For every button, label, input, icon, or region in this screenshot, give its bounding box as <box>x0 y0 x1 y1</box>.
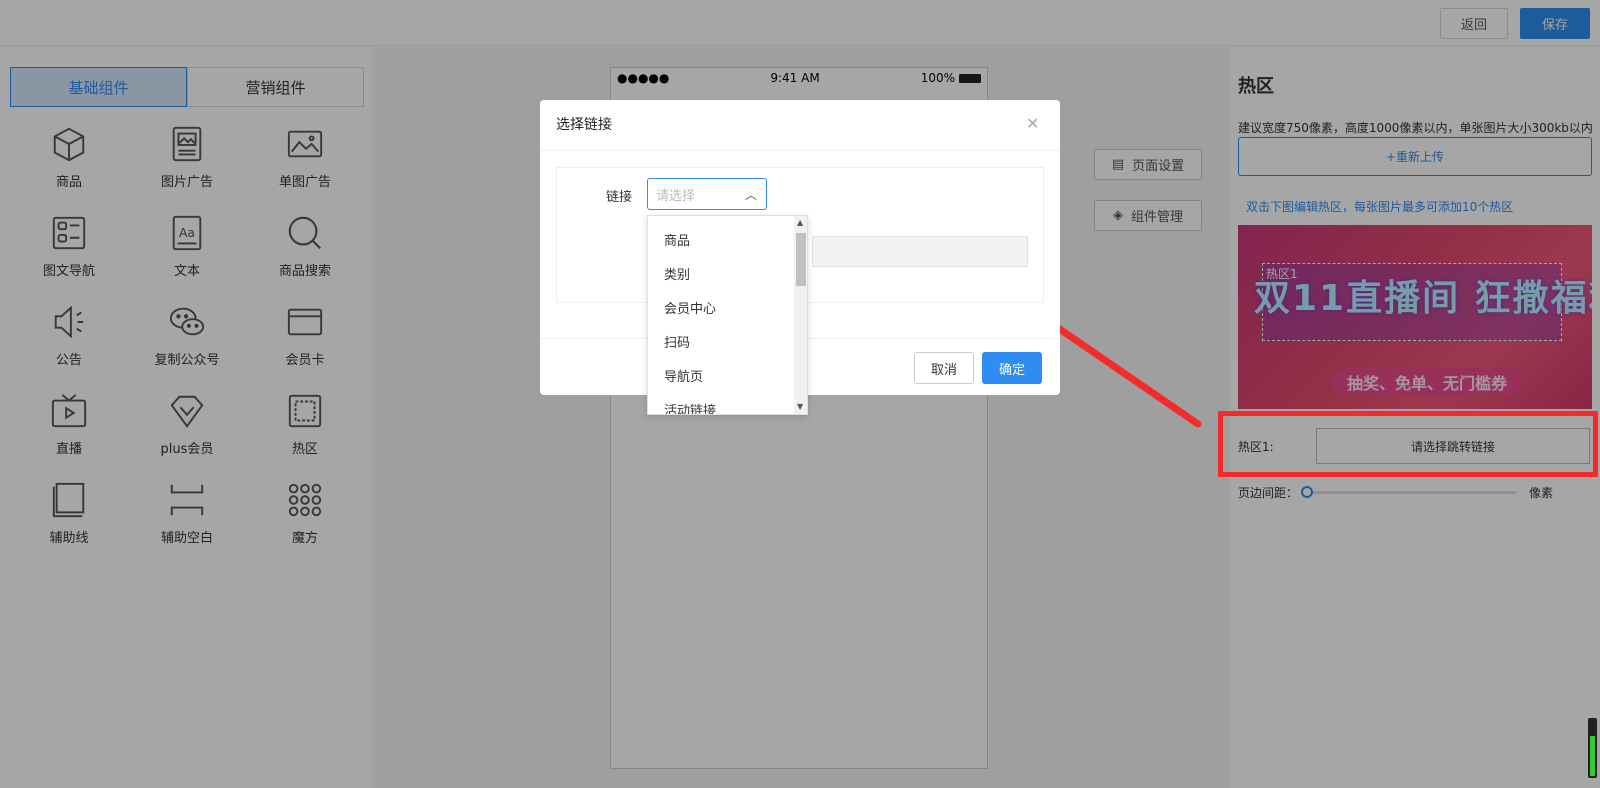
highlight-box <box>1218 411 1598 477</box>
chevron-up-icon: ︿ <box>745 188 758 202</box>
ok-button[interactable]: 确定 <box>982 352 1042 384</box>
close-icon[interactable]: ✕ <box>1026 114 1039 133</box>
dialog-title: 选择链接 <box>556 117 612 133</box>
link-field-label: 链接 <box>606 190 633 205</box>
dropdown-option[interactable]: 导航页 <box>648 358 807 392</box>
link-dropdown: 商品 类别 会员中心 扫码 导航页 活动链接 ▲ ▼ <box>647 215 808 415</box>
dropdown-option[interactable]: 类别 <box>648 256 807 290</box>
dropdown-option[interactable]: 扫码 <box>648 324 807 358</box>
link-value-field <box>812 236 1028 267</box>
dropdown-list: 商品 类别 会员中心 扫码 导航页 活动链接 <box>648 216 807 415</box>
volume-level <box>1590 736 1595 776</box>
dropdown-option[interactable]: 活动链接 <box>648 392 807 415</box>
dropdown-option[interactable]: 商品 <box>648 222 807 256</box>
divider <box>540 150 1060 151</box>
scroll-down-icon[interactable]: ▼ <box>797 402 803 411</box>
scroll-up-icon[interactable]: ▲ <box>797 218 803 227</box>
dropdown-option[interactable]: 会员中心 <box>648 290 807 324</box>
cancel-button[interactable]: 取消 <box>914 352 974 384</box>
scrollbar-thumb[interactable] <box>796 233 806 286</box>
